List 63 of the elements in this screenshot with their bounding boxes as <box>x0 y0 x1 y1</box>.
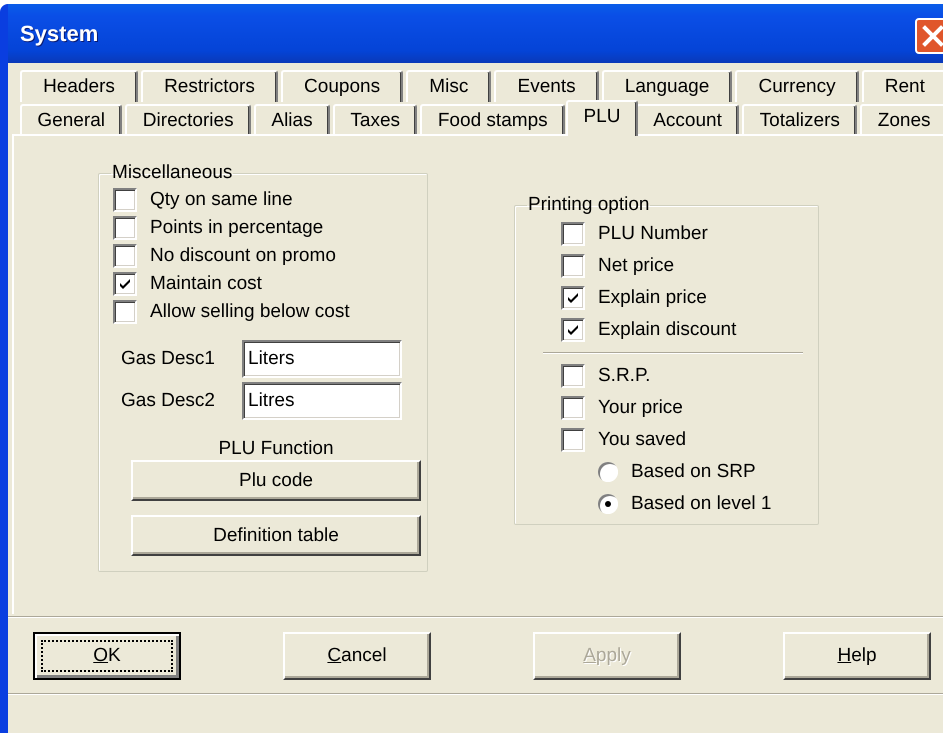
group-title: Miscellaneous <box>111 162 234 184</box>
radio-button[interactable] <box>598 494 618 514</box>
tab[interactable]: Zones <box>860 104 943 136</box>
tab[interactable]: Headers <box>20 70 138 102</box>
radio-label[interactable]: Based on SRP <box>631 461 756 483</box>
button[interactable]: OK <box>33 632 181 680</box>
checkbox-label[interactable]: Allow selling below cost <box>150 301 350 323</box>
tab[interactable]: Coupons <box>280 70 404 102</box>
checkbox[interactable] <box>561 364 585 388</box>
checkbox[interactable] <box>561 222 585 246</box>
checkbox[interactable] <box>561 428 585 452</box>
tab[interactable]: Alias <box>254 104 330 136</box>
checkbox-label[interactable]: Points in percentage <box>150 217 324 239</box>
window-title: System <box>20 20 98 46</box>
tab[interactable]: Restrictors <box>141 70 278 102</box>
checkbox-label[interactable]: No discount on promo <box>150 245 336 267</box>
checkbox[interactable] <box>113 216 137 240</box>
checkbox-label[interactable]: Qty on same line <box>150 189 293 211</box>
button[interactable]: Plu code <box>131 460 421 501</box>
tab[interactable]: Events <box>494 70 599 102</box>
check-icon <box>566 291 580 305</box>
tab[interactable]: Rent <box>862 70 943 102</box>
checkbox[interactable] <box>561 318 585 342</box>
tab[interactable]: Language <box>602 70 732 102</box>
input-field[interactable]: Litres <box>242 382 402 420</box>
checkbox[interactable] <box>561 254 585 278</box>
input-field[interactable]: Liters <box>242 340 402 378</box>
checkbox-label[interactable]: Net price <box>598 255 674 277</box>
tab[interactable]: Misc <box>406 70 492 102</box>
button[interactable]: Cancel <box>283 632 431 680</box>
section-label: PLU Function <box>218 437 334 460</box>
checkbox[interactable] <box>113 244 137 268</box>
check-icon <box>118 277 132 291</box>
button[interactable]: Help <box>783 632 931 680</box>
tab[interactable]: Directories <box>125 104 252 136</box>
checkbox[interactable] <box>113 272 137 296</box>
tab[interactable]: Taxes <box>333 104 418 136</box>
tab[interactable]: PLU <box>566 100 638 136</box>
checkbox-label[interactable]: Your price <box>598 397 683 419</box>
tab[interactable]: Account <box>636 104 740 136</box>
checkbox-label[interactable]: PLU Number <box>598 223 708 245</box>
tab[interactable]: Currency <box>735 70 859 102</box>
checkbox-label[interactable]: Explain discount <box>598 319 736 341</box>
checkbox-label[interactable]: S.R.P. <box>598 365 650 387</box>
checkbox-label[interactable]: Maintain cost <box>150 273 262 295</box>
radio-button[interactable] <box>598 462 618 482</box>
check-icon <box>566 323 580 337</box>
checkbox-label[interactable]: You saved <box>598 429 686 451</box>
checkbox[interactable] <box>113 300 137 324</box>
tab[interactable]: General <box>20 104 122 136</box>
tab[interactable]: Food stamps <box>420 104 566 136</box>
checkbox[interactable] <box>113 188 137 212</box>
checkbox-label[interactable]: Explain price <box>598 287 707 309</box>
field-label: Gas Desc1 <box>121 348 216 370</box>
close-button[interactable] <box>915 18 943 54</box>
close-icon <box>922 25 943 47</box>
radio-label[interactable]: Based on level 1 <box>631 493 772 515</box>
checkbox[interactable] <box>561 396 585 420</box>
group-title: Printing option <box>527 194 650 216</box>
checkbox[interactable] <box>561 286 585 310</box>
button[interactable]: Definition table <box>131 515 421 556</box>
tab[interactable]: Totalizers <box>742 104 858 136</box>
field-label: Gas Desc2 <box>121 390 216 412</box>
